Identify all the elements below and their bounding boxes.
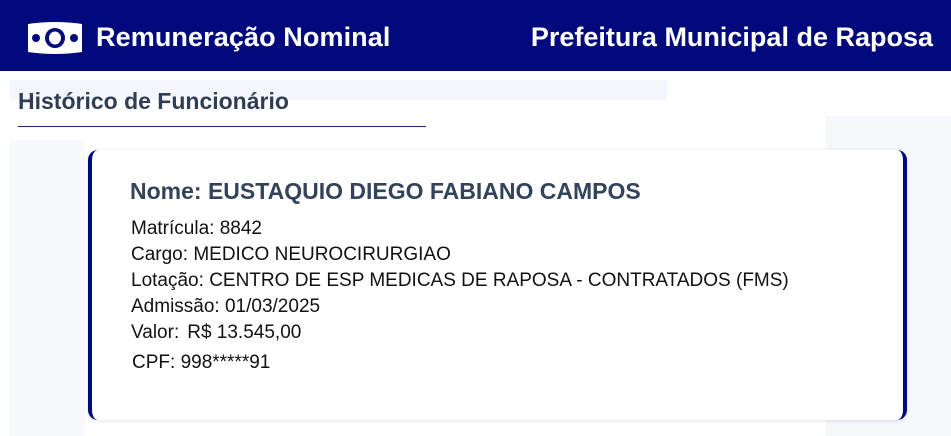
background-panel-left [10,140,85,436]
organization-name: Prefeitura Municipal de Raposa [530,22,933,52]
matricula-label: Matrícula: [131,218,215,239]
lotacao-value: CENTRO DE ESP MEDICAS DE RAPOSA - CONTRA… [209,270,789,291]
employee-card: Nome: EUSTAQUIO DIEGO FABIANO CAMPOS Mat… [88,150,907,420]
admissao-row: Admissão: 01/03/2025 [131,296,320,318]
section-divider [18,126,426,127]
cargo-row: Cargo: MEDICO NEUROCIRURGIAO [131,244,451,266]
employee-name-row: Nome: EUSTAQUIO DIEGO FABIANO CAMPOS [130,178,641,205]
admissao-value: 01/03/2025 [224,296,321,317]
money-bill-icon [28,22,82,54]
lotacao-row: Lotação: CENTRO DE ESP MEDICAS DE RAPOSA… [131,270,789,292]
cpf-row: CPF: 998*****91 [132,352,270,374]
app-title: Remuneração Nominal [96,22,391,52]
matricula-value: 8842 [219,218,262,239]
matricula-row: Matrícula: 8842 [131,218,262,240]
cpf-value: 998*****91 [180,352,271,373]
cargo-value: MEDICO NEUROCIRURGIAO [193,244,451,265]
valor-row: Valor: R$ 13.545,00 [131,322,301,344]
valor-value: R$ 13.545,00 [187,322,302,343]
employee-name-label: Nome: [130,178,202,204]
page-title: Histórico de Funcionário [18,88,289,114]
lotacao-label: Lotação: [131,270,204,291]
cargo-label: Cargo: [131,244,189,265]
valor-label: Valor: [131,322,180,343]
app-header: Remuneração Nominal Prefeitura Municipal… [0,0,951,71]
admissao-label: Admissão: [131,296,220,317]
employee-name: EUSTAQUIO DIEGO FABIANO CAMPOS [207,178,641,204]
cpf-label: CPF: [132,352,176,373]
